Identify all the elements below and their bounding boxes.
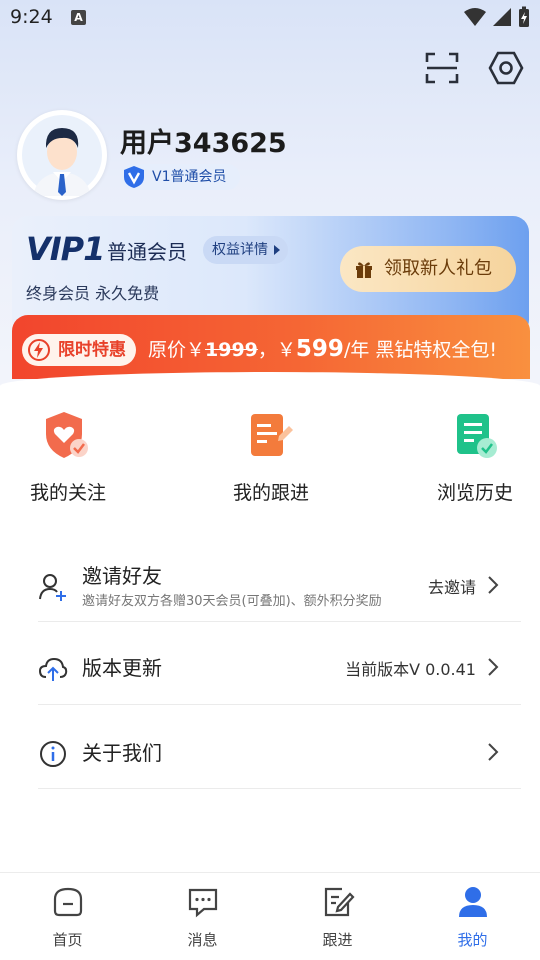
menu-title: 版本更新	[82, 656, 162, 680]
promo-tag: 限时特惠	[22, 334, 136, 366]
home-icon	[53, 887, 82, 917]
vip-logo: VIP1	[26, 230, 105, 268]
chevron-right-icon	[488, 576, 499, 594]
notification-icon: A	[71, 10, 86, 25]
menu-title: 邀请好友	[82, 564, 162, 588]
menu-invite-friends[interactable]: 邀请好友 邀请好友双方各赠30天会员(可叠加)、额外积分奖励 去邀请	[38, 548, 521, 622]
nav-messages[interactable]: 消息	[135, 873, 270, 960]
cloud-upload-icon	[38, 657, 68, 681]
quick-action-follow[interactable]: 我的关注	[3, 410, 133, 505]
original-price: 1999	[205, 339, 258, 361]
sale-price: 599	[295, 336, 344, 362]
username: 用户343625	[120, 128, 287, 159]
scroll-check-icon	[457, 414, 497, 458]
avatar-person-icon	[22, 115, 102, 196]
edit-note-icon	[324, 887, 355, 917]
quick-action-history[interactable]: 浏览历史	[410, 410, 540, 505]
promo-prefix: 原价￥	[148, 339, 206, 361]
promo-middle: ，￥	[257, 339, 296, 361]
invite-action-label: 去邀请	[427, 578, 476, 597]
wifi-icon	[464, 8, 486, 26]
v-shield-icon	[124, 166, 144, 188]
heart-shield-icon	[46, 412, 88, 458]
quick-action-label: 浏览历史	[436, 482, 513, 504]
nav-label: 首页	[52, 931, 83, 949]
message-icon	[188, 888, 217, 918]
promo-tag-label: 限时特惠	[58, 340, 126, 360]
gift-icon	[356, 262, 372, 278]
menu-about-us[interactable]: 关于我们	[38, 705, 521, 789]
nav-label: 消息	[187, 931, 218, 949]
settings-button[interactable]	[486, 48, 526, 88]
nav-label: 我的	[457, 931, 488, 949]
nav-home[interactable]: 首页	[0, 873, 135, 960]
user-icon	[458, 887, 487, 917]
avatar[interactable]	[17, 110, 107, 200]
vip-subtitle: 终身会员 永久免费	[26, 284, 160, 303]
rights-details-button[interactable]: 权益详情	[203, 236, 288, 264]
settings-hex-icon	[488, 51, 524, 85]
member-badge[interactable]: V1普通会员	[120, 164, 241, 190]
scan-icon	[425, 52, 459, 84]
quick-action-followup[interactable]: 我的跟进	[206, 410, 336, 505]
menu-title: 关于我们	[82, 741, 162, 765]
scan-button[interactable]	[422, 48, 462, 88]
lightning-icon	[28, 339, 50, 361]
bottom-nav: 首页 消息 跟进 我的	[0, 872, 540, 960]
nav-label: 跟进	[322, 931, 353, 949]
nav-followup[interactable]: 跟进	[270, 873, 405, 960]
battery-icon	[519, 6, 529, 27]
status-icons	[464, 6, 530, 28]
gift-button-label: 领取新人礼包	[384, 258, 492, 279]
promo-banner[interactable]: 限时特惠 原价￥1999，￥599/年 黑钻特权全包!	[12, 315, 530, 379]
quick-action-label: 我的跟进	[232, 482, 309, 504]
promo-text: 原价￥1999，￥599/年 黑钻特权全包!	[148, 335, 497, 362]
vip-level: 普通会员	[107, 240, 187, 264]
header-actions	[422, 48, 526, 88]
member-badge-label: V1普通会员	[152, 169, 227, 185]
menu-version-update[interactable]: 版本更新 当前版本V 0.0.41	[38, 622, 521, 705]
nav-mine[interactable]: 我的	[405, 873, 540, 960]
promo-suffix: /年 黑钻特权全包!	[343, 339, 497, 361]
status-time: 9:24	[10, 6, 53, 28]
signal-icon	[493, 8, 511, 26]
document-edit-icon	[251, 414, 293, 456]
add-user-icon	[39, 574, 66, 601]
quick-action-label: 我的关注	[29, 482, 106, 504]
status-bar: 9:24 A	[0, 0, 540, 36]
chevron-right-icon	[488, 658, 499, 676]
menu-description: 邀请好友双方各赠30天会员(可叠加)、额外积分奖励	[82, 594, 382, 609]
current-version: 当前版本V 0.0.41	[345, 660, 476, 679]
info-icon	[40, 741, 66, 767]
newcomer-gift-button[interactable]: 领取新人礼包	[340, 246, 516, 292]
chevron-right-icon	[488, 743, 499, 761]
